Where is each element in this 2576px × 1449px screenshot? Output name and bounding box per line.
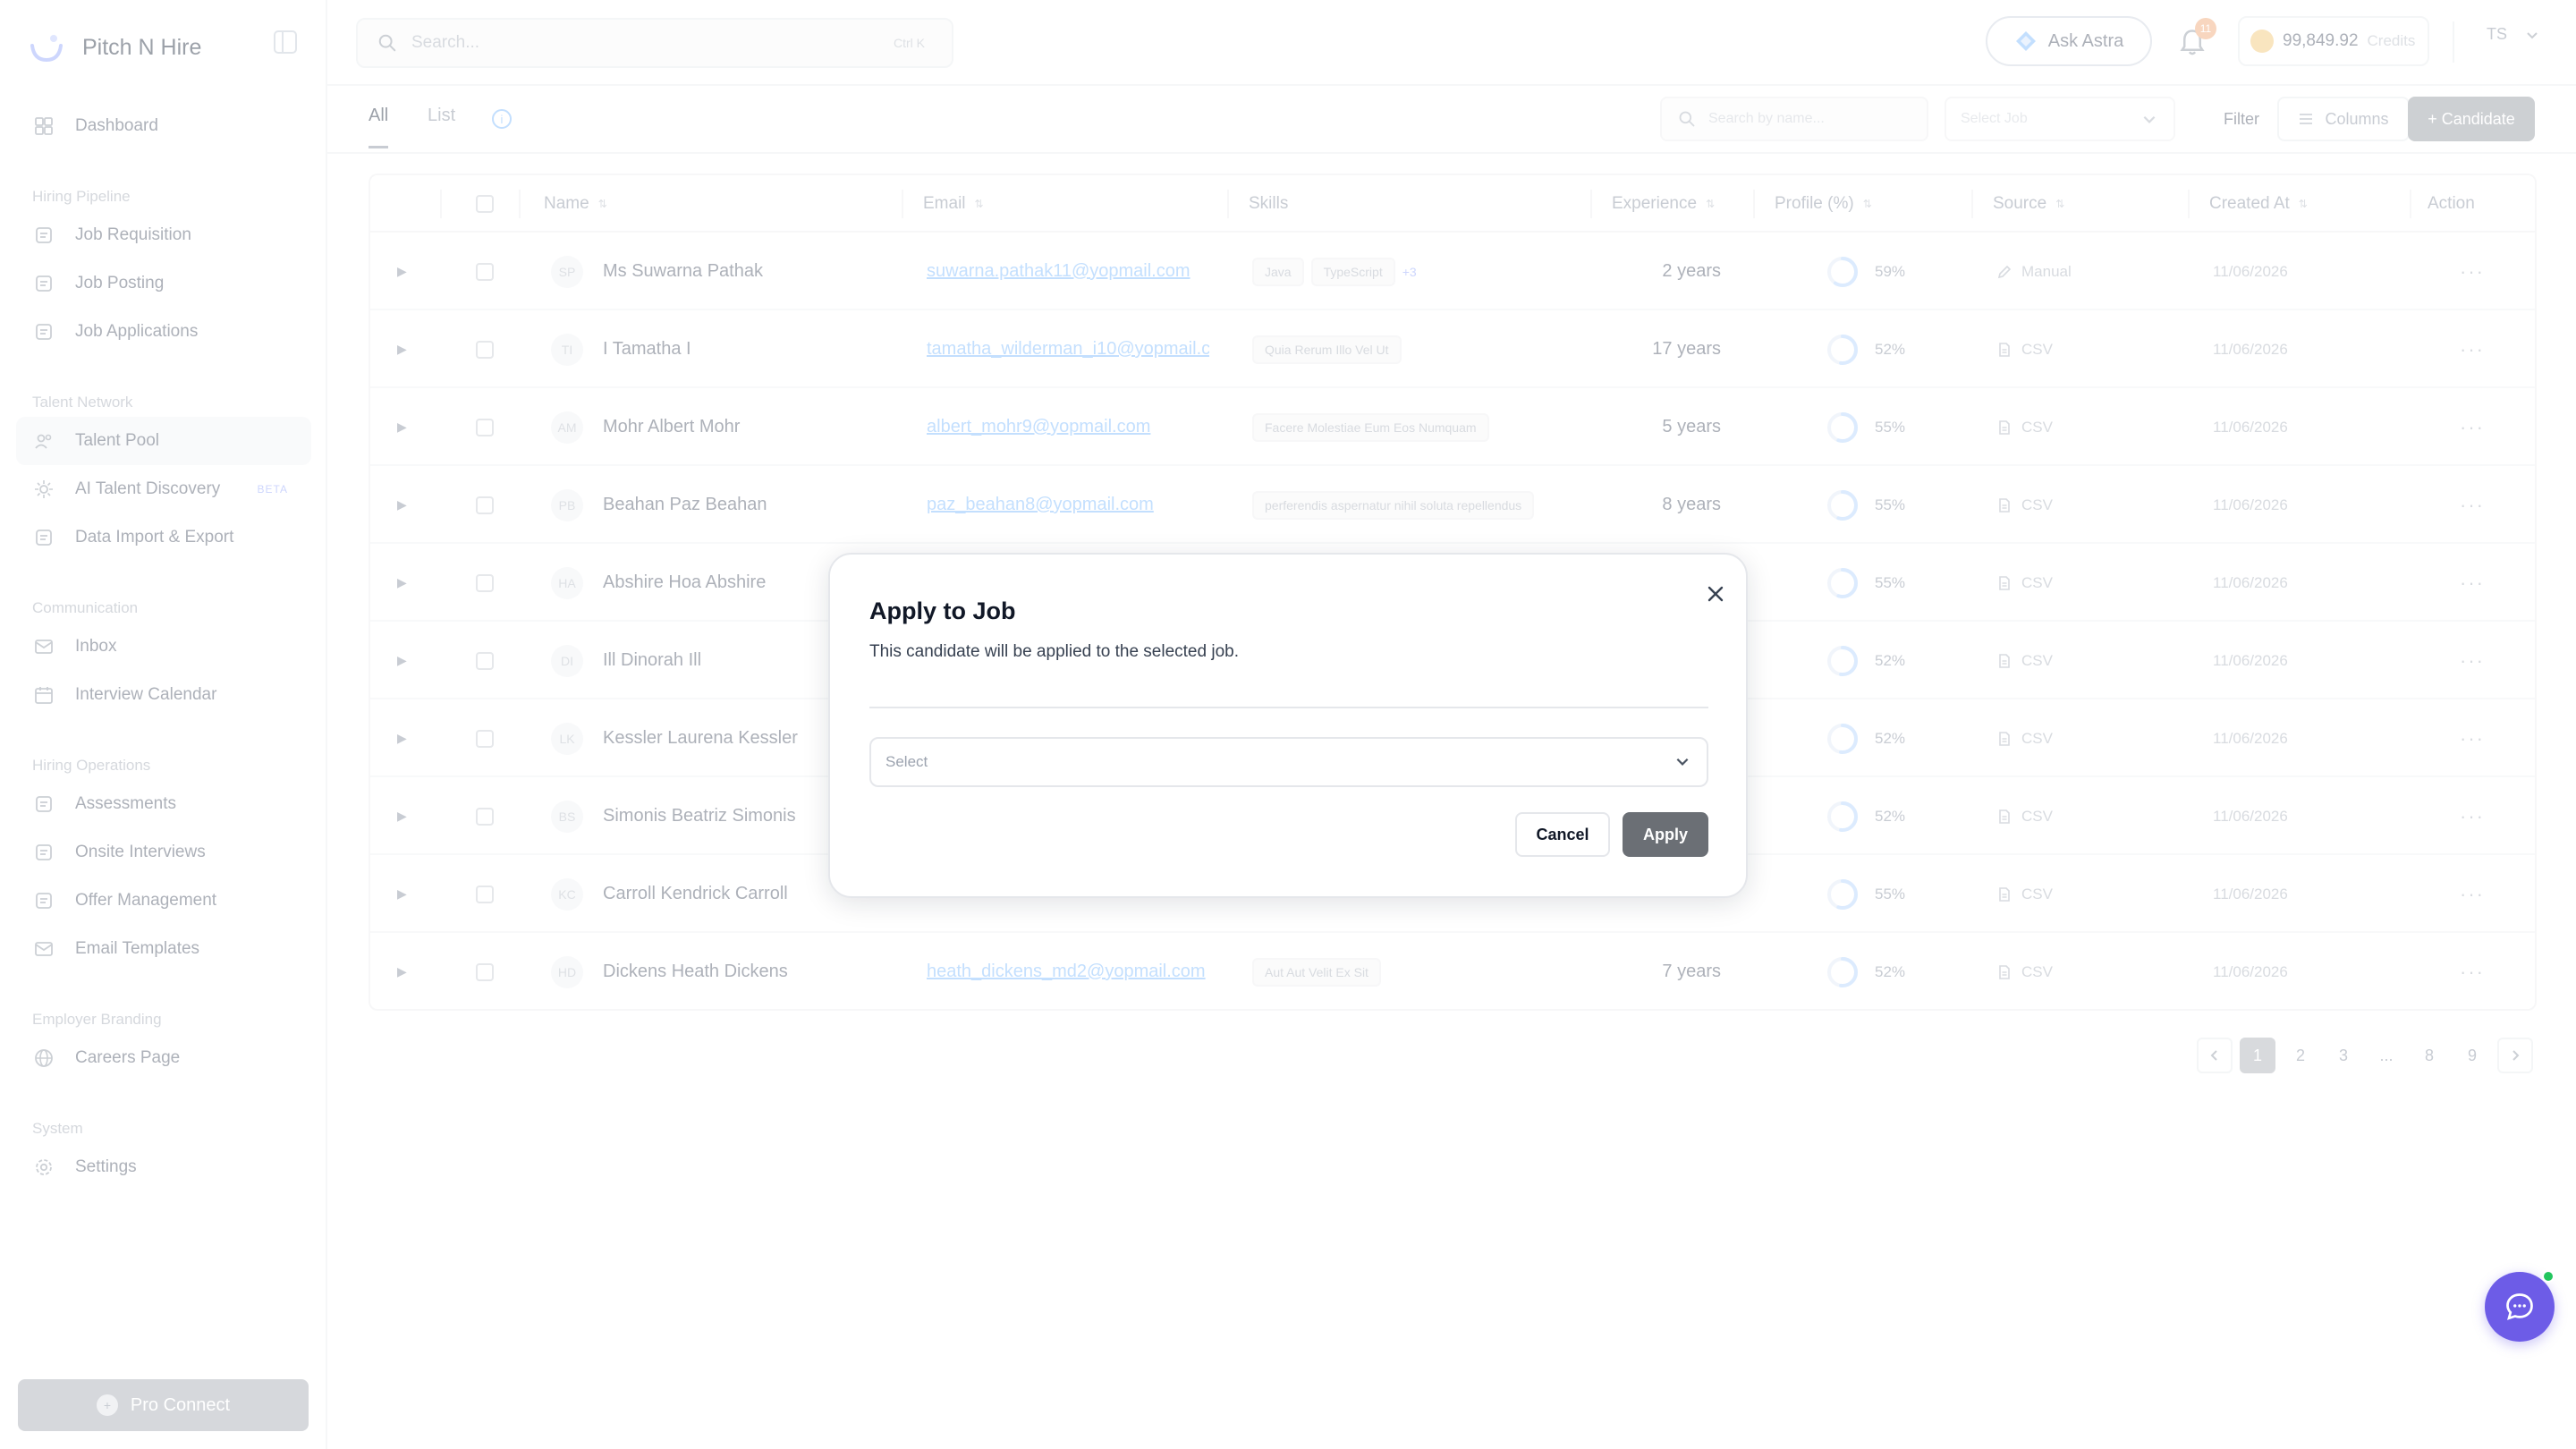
dialog-title: Apply to Job	[869, 597, 1016, 624]
apply-button[interactable]: Apply	[1623, 812, 1708, 857]
cancel-button[interactable]: Cancel	[1515, 812, 1610, 857]
close-icon[interactable]	[1705, 583, 1726, 605]
job-dropdown-value: Select	[886, 753, 928, 770]
chat-button[interactable]	[2485, 1272, 2555, 1342]
job-dropdown[interactable]: Select	[869, 737, 1708, 787]
online-status-dot	[2542, 1270, 2555, 1283]
chevron-down-icon	[1676, 758, 1689, 766]
dialog-divider	[869, 707, 1708, 708]
chat-icon	[2506, 1293, 2533, 1320]
dialog-subtitle: This candidate will be applied to the se…	[869, 642, 1239, 661]
apply-to-job-dialog: Apply to Job This candidate will be appl…	[828, 553, 1748, 898]
